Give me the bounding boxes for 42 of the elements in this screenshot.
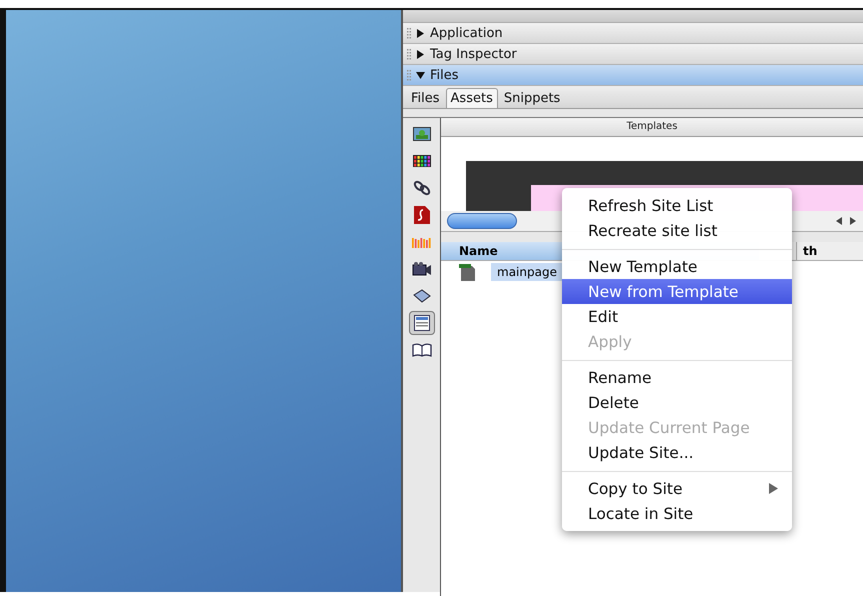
collapse-triangle-icon xyxy=(416,70,425,80)
picture-icon xyxy=(412,127,430,141)
menu-item[interactable]: Locate in Site xyxy=(562,501,792,526)
menu-item[interactable]: Copy to Site xyxy=(562,476,792,501)
grip-icon xyxy=(407,69,411,81)
panel-header[interactable]: Application xyxy=(403,23,863,44)
column-header[interactable]: th xyxy=(796,242,863,260)
menu-item[interactable]: New Template xyxy=(562,254,792,279)
bars-icon xyxy=(412,236,432,248)
templates-header: Templates xyxy=(441,118,863,137)
tab[interactable]: Files xyxy=(407,89,444,108)
panel-title: Files xyxy=(430,68,459,82)
scroll-left-icon[interactable] xyxy=(835,216,843,226)
flash-document-icon xyxy=(414,206,430,224)
template-file-icon xyxy=(459,262,477,282)
template-name[interactable]: mainpage xyxy=(491,263,563,281)
menu-item[interactable]: Delete xyxy=(562,390,792,415)
panel-header[interactable]: Tag Inspector xyxy=(403,44,863,65)
tab[interactable]: Assets xyxy=(446,88,498,108)
grip-icon xyxy=(407,48,411,60)
expand-triangle-icon xyxy=(416,50,425,58)
panel-title: Application xyxy=(430,26,503,40)
video-camera-icon xyxy=(412,262,432,276)
panel-header[interactable]: Files xyxy=(403,65,863,86)
menu-item[interactable]: Update Site... xyxy=(562,440,792,465)
category-button[interactable] xyxy=(408,311,434,335)
grip-icon xyxy=(407,27,411,39)
color-grid-icon xyxy=(412,155,430,167)
panel-title: Tag Inspector xyxy=(430,46,517,62)
template-icon xyxy=(414,315,430,331)
menu-item[interactable]: New from Template xyxy=(562,279,792,304)
expand-triangle-icon xyxy=(416,28,425,38)
tab[interactable]: Snippets xyxy=(500,89,564,108)
scroll-right-icon[interactable] xyxy=(849,216,857,226)
chain-link-icon xyxy=(412,180,430,196)
book-icon xyxy=(412,343,432,357)
scrollbar-thumb[interactable] xyxy=(447,213,517,229)
submenu-arrow-icon xyxy=(769,483,778,494)
menu-item[interactable]: Refresh Site List xyxy=(562,193,792,218)
menu-item[interactable]: Recreate site list xyxy=(562,218,792,243)
menu-item[interactable]: Rename xyxy=(562,365,792,390)
menu-item[interactable]: Edit xyxy=(562,304,792,329)
